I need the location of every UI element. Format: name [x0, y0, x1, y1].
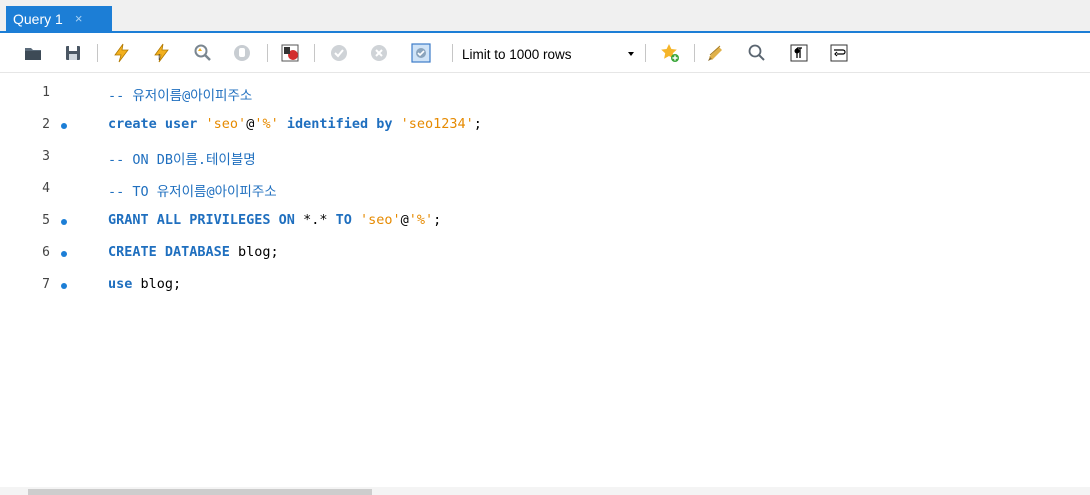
statement-marker-icon — [61, 251, 67, 257]
code-token: 'seo1234' — [400, 116, 474, 132]
toolbar-separator — [97, 44, 98, 62]
code-token: -- 유저이름@아이피주소 — [108, 88, 253, 104]
limit-rows-value: Limit to 1000 rows — [462, 46, 572, 62]
editor-line[interactable]: 7 use blog; — [0, 274, 1090, 298]
explain-icon[interactable] — [191, 42, 213, 64]
word-wrap-icon[interactable] — [828, 42, 850, 64]
code-text: use blog; — [108, 276, 181, 292]
code-token: *.* — [303, 212, 336, 228]
code-token: TO — [335, 212, 360, 228]
execute-current-icon[interactable]: I — [151, 42, 173, 64]
code-token: @ — [400, 212, 409, 228]
code-text: -- ON DB이름.테이블명 — [108, 148, 256, 168]
code-token: 'seo' — [359, 212, 401, 228]
svg-text:I: I — [158, 53, 160, 62]
code-token: '%' — [408, 212, 434, 228]
close-icon[interactable]: × — [75, 11, 83, 26]
limit-rows-select[interactable]: Limit to 1000 rows — [462, 44, 638, 64]
add-snippet-icon[interactable] — [659, 42, 681, 64]
toolbar-separator — [694, 44, 695, 62]
tab-title: Query 1 — [13, 10, 63, 27]
statement-marker-icon — [61, 219, 67, 225]
save-icon[interactable] — [62, 42, 84, 64]
code-token: blog; — [140, 276, 182, 292]
code-text: create user 'seo'@'%' identified by 'seo… — [108, 116, 482, 132]
statement-marker-icon — [61, 123, 67, 129]
line-number: 7 — [42, 277, 50, 292]
open-folder-icon[interactable] — [22, 42, 44, 64]
code-token: -- TO 유저이름@아이피주소 — [108, 184, 277, 200]
code-text: -- 유저이름@아이피주소 — [108, 84, 252, 104]
chevron-down-icon — [628, 52, 634, 56]
toggle-continue-on-error-icon[interactable] — [279, 42, 301, 64]
code-token: identified by — [278, 116, 401, 132]
line-number: 6 — [42, 245, 50, 260]
code-text: GRANT ALL PRIVILEGES ON *.* TO 'seo'@'%'… — [108, 212, 441, 228]
line-number: 2 — [42, 117, 50, 132]
rollback-icon[interactable] — [368, 42, 390, 64]
editor-line[interactable]: 4 -- TO 유저이름@아이피주소 — [0, 178, 1090, 202]
sql-toolbar: I Limit to 1000 rows — [0, 33, 1090, 73]
code-token: GRANT ALL PRIVILEGES ON — [108, 212, 304, 228]
editor-line[interactable]: 3 -- ON DB이름.테이블명 — [0, 146, 1090, 170]
toolbar-separator — [452, 44, 453, 62]
toolbar-separator — [314, 44, 315, 62]
code-text: -- TO 유저이름@아이피주소 — [108, 180, 277, 200]
tab-query-1[interactable]: Query 1 × — [6, 6, 112, 31]
stop-icon[interactable] — [231, 42, 253, 64]
code-token: create user — [108, 116, 206, 132]
tab-strip: Query 1 × — [0, 0, 1090, 33]
code-text: CREATE DATABASE blog; — [108, 244, 279, 260]
execute-icon[interactable] — [111, 42, 133, 64]
code-token: ; — [433, 212, 442, 228]
code-token: -- ON DB이름.테이블명 — [108, 152, 256, 168]
line-number: 3 — [42, 149, 50, 164]
editor-line[interactable]: 6 CREATE DATABASE blog; — [0, 242, 1090, 266]
statement-marker-icon — [61, 283, 67, 289]
invisible-chars-icon[interactable] — [788, 42, 810, 64]
editor-line[interactable]: 2 create user 'seo'@'%' identified by 'se… — [0, 114, 1090, 138]
code-token: blog; — [238, 244, 279, 260]
code-token: CREATE DATABASE — [108, 244, 239, 260]
commit-icon[interactable] — [328, 42, 350, 64]
autocommit-icon[interactable] — [410, 42, 432, 64]
line-number: 1 — [42, 85, 50, 100]
editor-line[interactable]: 5 GRANT ALL PRIVILEGES ON *.* TO 'seo'@'%… — [0, 210, 1090, 234]
code-token: ; — [473, 116, 482, 132]
find-icon[interactable] — [746, 42, 768, 64]
code-token: 'seo' — [205, 116, 247, 132]
toolbar-separator — [267, 44, 268, 62]
editor-line[interactable]: 1 -- 유저이름@아이피주소 — [0, 82, 1090, 106]
beautify-icon[interactable] — [705, 42, 727, 64]
line-number: 4 — [42, 181, 50, 196]
code-token: '%' — [254, 116, 279, 132]
sql-editor[interactable]: 1 -- 유저이름@아이피주소 2 create user 'seo'@'%' ide… — [0, 73, 1090, 487]
horizontal-scrollbar[interactable] — [0, 487, 1090, 495]
code-token: use — [108, 276, 141, 292]
line-number: 5 — [42, 213, 50, 228]
scrollbar-thumb[interactable] — [28, 489, 372, 495]
toolbar-separator — [645, 44, 646, 62]
